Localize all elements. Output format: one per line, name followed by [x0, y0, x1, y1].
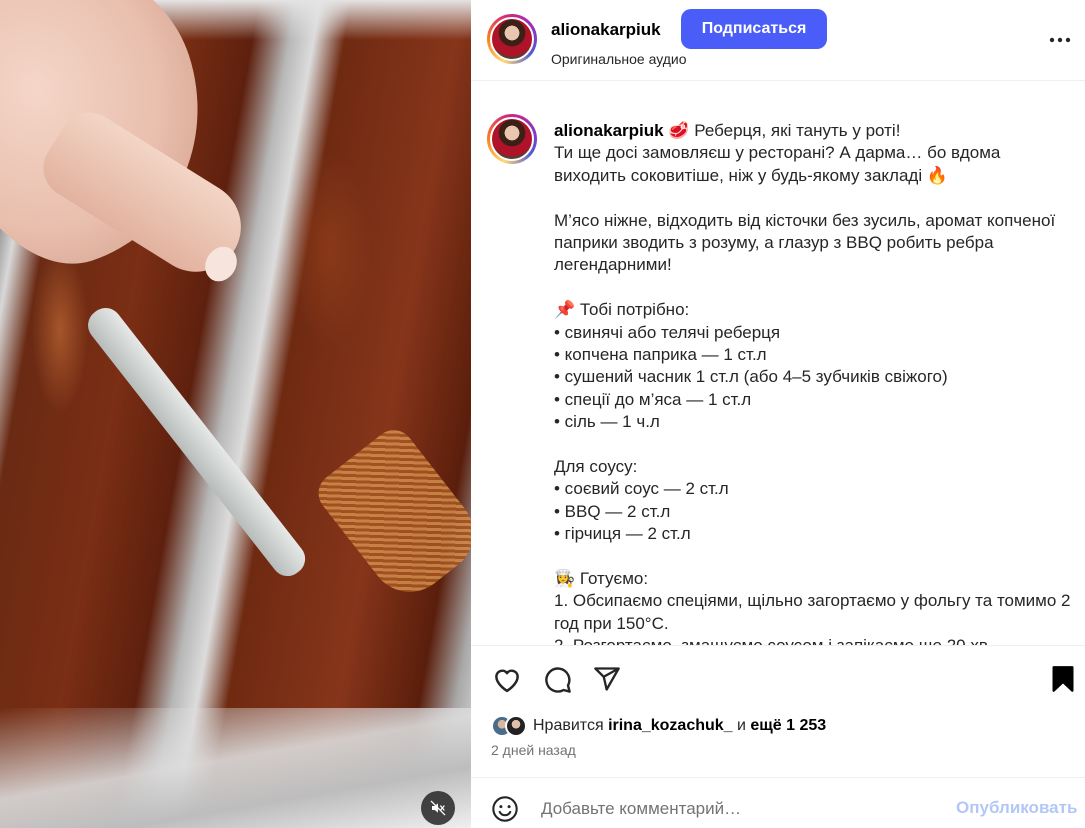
liker-avatar [505, 715, 527, 737]
caption-line: • соєвий соус — 2 ст.л [554, 479, 729, 499]
share-button[interactable] [591, 663, 623, 695]
author-avatar[interactable] [487, 14, 537, 64]
comment-input[interactable] [541, 797, 941, 821]
emoji-icon [492, 796, 518, 822]
follow-button[interactable]: Подписаться [681, 9, 827, 49]
caption-text: alionakarpiuk 🥩 Реберця, які тануть у ро… [554, 120, 1074, 645]
bookmark-icon [1052, 666, 1074, 692]
comment-icon [544, 666, 571, 693]
save-button[interactable] [1047, 663, 1079, 695]
caption-line: М’ясо ніжне, відходить від кісточки без … [554, 210, 1056, 275]
caption-line: Ти ще досі замовляєш у ресторані? А дарм… [554, 143, 1001, 185]
caption-line: • сіль — 1 ч.л [554, 412, 660, 432]
caption-line: • спеції до м’яса — 1 ст.л [554, 389, 752, 409]
avatar-image [490, 117, 534, 161]
caption-line: Для соусу: [554, 457, 638, 477]
comment-button[interactable] [541, 663, 573, 695]
post-timestamp[interactable]: 2 дней назад [491, 742, 576, 758]
more-icon [1049, 37, 1071, 43]
caption-line: • сушений часник 1 ст.л (або 4–5 зубчикі… [554, 367, 948, 387]
likes-text: Нравится irina_kozachuk_ и ещё 1 253 [533, 717, 827, 734]
like-button[interactable] [491, 663, 523, 695]
post-panel: alionakarpiuk Подписаться Оригинальное а… [471, 0, 1085, 828]
comment-bar: Опубликовать [471, 777, 1085, 828]
caption-line: • копчена паприка — 1 ст.л [554, 345, 767, 365]
send-icon [594, 667, 620, 691]
heart-icon [495, 669, 519, 693]
liker-username[interactable]: irina_kozachuk_ [608, 717, 733, 734]
mute-button[interactable] [421, 791, 455, 825]
caption-scroll-area[interactable]: alionakarpiuk 🥩 Реберця, які тануть у ро… [471, 82, 1085, 645]
caption-line: 📌 Тобі потрібно: [554, 300, 690, 320]
likes-summary[interactable]: Нравится irina_kozachuk_ и ещё 1 253 [491, 713, 826, 739]
more-options-button[interactable] [1046, 28, 1074, 52]
caption-line: 1. Обсипаємо спеціями, щільно загортаємо… [554, 591, 1071, 633]
action-bar [471, 645, 1085, 711]
caption-avatar[interactable] [487, 114, 537, 164]
author-username[interactable]: alionakarpiuk [551, 20, 661, 40]
post-video[interactable] [0, 0, 471, 828]
caption-line: 2. Розгортаємо, змащуємо соусом і запіка… [554, 635, 1074, 645]
likes-count[interactable]: ещё 1 253 [750, 717, 826, 734]
caption-line: 👩‍🍳 Готуємо: [554, 569, 649, 589]
foil-bottom [0, 708, 471, 828]
brush-handle [81, 301, 312, 583]
publish-button[interactable]: Опубликовать [956, 798, 1077, 818]
avatar-image [490, 17, 534, 61]
post-header: alionakarpiuk Подписаться Оригинальное а… [471, 0, 1085, 81]
brush-bristles [310, 422, 471, 608]
caption-username[interactable]: alionakarpiuk [554, 121, 664, 140]
caption-line: • BBQ — 2 ст.л [554, 501, 671, 521]
caption-line: • гірчиця — 2 ст.л [554, 524, 691, 544]
audio-label[interactable]: Оригинальное аудио [551, 51, 687, 67]
speaker-muted-icon [430, 800, 446, 816]
emoji-button[interactable] [490, 794, 520, 824]
caption-line: • свинячі або телячі реберця [554, 322, 781, 342]
caption-line: alionakarpiuk 🥩 Реберця, які тануть у ро… [554, 121, 901, 140]
